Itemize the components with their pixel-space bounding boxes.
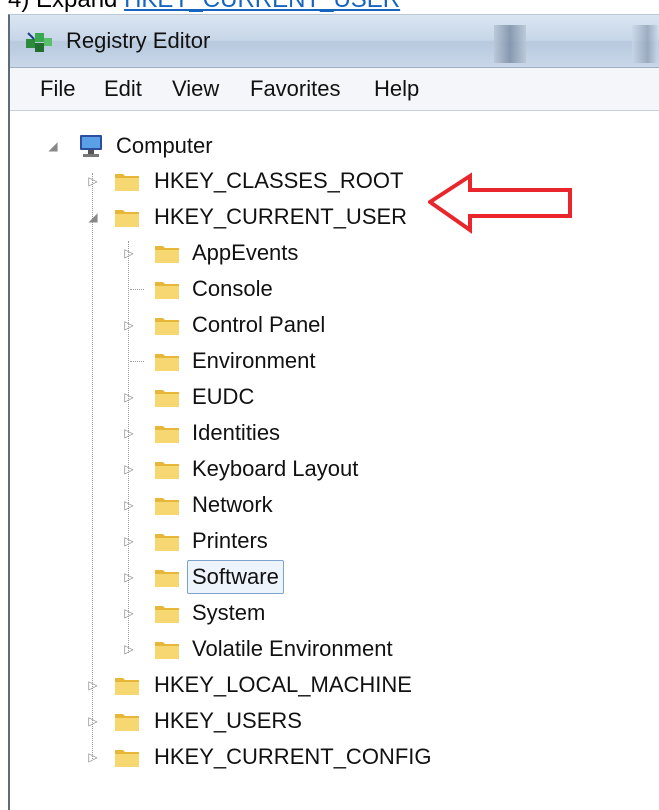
tree-node-hkey-classes-root[interactable]: ▷ HKEY_CLASSES_ROOT — [82, 164, 422, 198]
collapse-triangle-icon[interactable]: ◢ — [86, 210, 100, 224]
folder-icon — [154, 422, 180, 444]
connector-tick — [130, 289, 144, 290]
tree-label: Printers — [192, 528, 268, 553]
expand-triangle-icon[interactable]: ▷ — [86, 750, 100, 764]
expand-triangle-icon[interactable]: ▷ — [122, 390, 136, 404]
title-bar-overlay-right — [632, 25, 658, 63]
tree-label: Network — [192, 492, 273, 517]
tree-node-eudc[interactable]: ▷ EUDC — [118, 380, 478, 414]
tree-node-keyboard-layout[interactable]: ▷ Keyboard Layout — [118, 452, 478, 486]
expand-triangle-icon[interactable]: ▷ — [122, 318, 136, 332]
tree-node-hkey-local-machine[interactable]: ▷ HKEY_LOCAL_MACHINE — [82, 668, 442, 702]
tree-node-system[interactable]: ▷ System — [118, 596, 478, 630]
folder-icon — [154, 350, 180, 372]
expand-triangle-icon[interactable]: ▷ — [122, 498, 136, 512]
collapse-triangle-icon[interactable]: ◢ — [46, 139, 60, 153]
tree-label: Identities — [192, 420, 281, 445]
tree-label: HKEY_LOCAL_MACHINE — [154, 672, 412, 697]
folder-icon — [154, 242, 180, 264]
tree-node-hkey-users[interactable]: ▷ HKEY_USERS — [82, 704, 442, 738]
registry-editor-icon — [24, 29, 54, 55]
tree-label: System — [192, 600, 266, 625]
tree-label: Environment — [192, 348, 316, 373]
folder-icon — [154, 314, 180, 336]
tree-node-computer[interactable]: ◢ Computer — [46, 129, 346, 163]
menu-edit[interactable]: Edit — [104, 68, 142, 110]
expand-triangle-icon[interactable]: ▷ — [122, 570, 136, 584]
folder-icon — [114, 170, 140, 192]
instruction-caption: 4) Expand HKEY_CURRENT_USER — [8, 0, 400, 14]
tree-node-hkey-current-config[interactable]: ▷ HKEY_CURRENT_CONFIG — [82, 740, 462, 774]
folder-icon — [114, 206, 140, 228]
tree-label: HKEY_CLASSES_ROOT — [154, 168, 404, 193]
tree-node-volatile-environment[interactable]: ▷ Volatile Environment — [118, 632, 478, 666]
expand-triangle-icon[interactable]: ▷ — [122, 534, 136, 548]
folder-icon — [154, 566, 180, 588]
tree-label: HKEY_CURRENT_CONFIG — [154, 744, 432, 769]
tree-label: EUDC — [192, 384, 255, 409]
expand-triangle-icon[interactable]: ▷ — [122, 642, 136, 656]
title-bar[interactable]: Registry Editor — [10, 15, 659, 68]
folder-icon — [154, 530, 180, 552]
title-bar-overlay — [494, 25, 526, 63]
folder-icon — [114, 746, 140, 768]
red-arrow-annotation-icon — [428, 172, 572, 234]
menu-file[interactable]: File — [40, 68, 75, 110]
tree-label: Keyboard Layout — [192, 456, 359, 481]
caption-link[interactable]: HKEY_CURRENT_USER — [124, 0, 400, 13]
menu-bar: File Edit View Favorites Help — [10, 68, 659, 111]
caption-prefix: 4) Expand — [8, 0, 124, 13]
menu-help[interactable]: Help — [374, 68, 419, 110]
menu-view[interactable]: View — [172, 68, 219, 110]
tree-node-environment[interactable]: Environment — [118, 344, 478, 378]
tree-label: HKEY_USERS — [154, 708, 302, 733]
folder-icon — [154, 386, 180, 408]
folder-icon — [154, 638, 180, 660]
folder-icon — [154, 458, 180, 480]
tree-node-appevents[interactable]: ▷ AppEvents — [118, 236, 478, 270]
expand-triangle-icon[interactable]: ▷ — [122, 426, 136, 440]
tree-node-software[interactable]: ▷ Software — [118, 560, 478, 594]
window-title: Registry Editor — [66, 28, 211, 53]
expand-triangle-icon[interactable]: ▷ — [86, 678, 100, 692]
tree-label-selected: Software — [187, 560, 284, 594]
tree-node-identities[interactable]: ▷ Identities — [118, 416, 478, 450]
tree-node-console[interactable]: Console — [118, 272, 478, 306]
tree-label: Control Panel — [192, 312, 326, 337]
tree-node-printers[interactable]: ▷ Printers — [118, 524, 478, 558]
expand-triangle-icon[interactable]: ▷ — [86, 714, 100, 728]
expand-triangle-icon[interactable]: ▷ — [122, 606, 136, 620]
tree-node-hkey-current-user[interactable]: ◢ HKEY_CURRENT_USER — [82, 200, 422, 234]
tree-node-control-panel[interactable]: ▷ Control Panel — [118, 308, 478, 342]
tree-label: Console — [192, 276, 273, 301]
folder-icon — [154, 278, 180, 300]
menu-favorites[interactable]: Favorites — [250, 68, 340, 110]
folder-icon — [114, 710, 140, 732]
expand-triangle-icon[interactable]: ▷ — [86, 174, 100, 188]
tree-label: HKEY_CURRENT_USER — [154, 204, 408, 229]
tree-label: AppEvents — [192, 240, 299, 265]
registry-editor-window: Registry Editor File Edit View Favorites… — [8, 14, 659, 810]
folder-icon — [114, 674, 140, 696]
tree-label: Volatile Environment — [192, 636, 393, 661]
expand-triangle-icon[interactable]: ▷ — [122, 462, 136, 476]
expand-triangle-icon[interactable]: ▷ — [122, 246, 136, 260]
computer-icon — [76, 133, 106, 159]
tree-label-computer: Computer — [116, 133, 213, 158]
connector-tick — [130, 361, 144, 362]
folder-icon — [154, 602, 180, 624]
tree-node-network[interactable]: ▷ Network — [118, 488, 478, 522]
folder-icon — [154, 494, 180, 516]
